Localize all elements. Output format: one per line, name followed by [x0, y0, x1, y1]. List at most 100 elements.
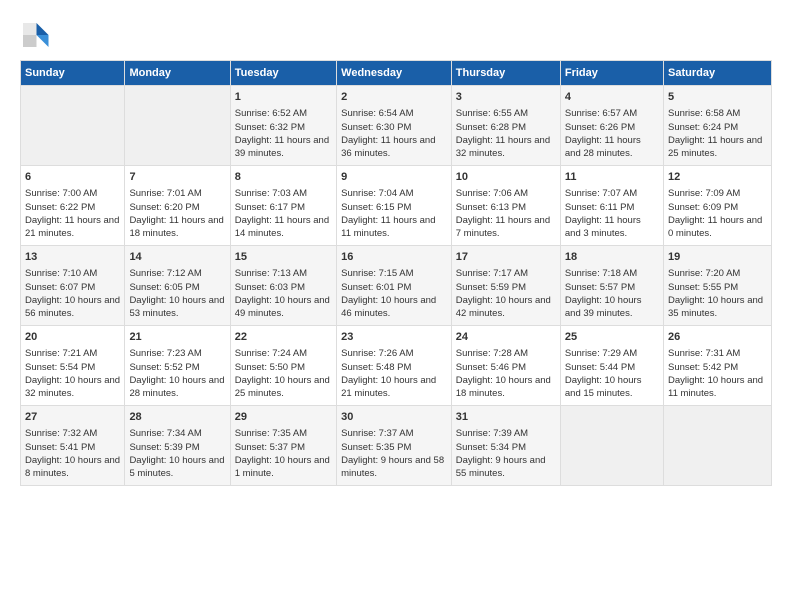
calendar-cell: 25Sunrise: 7:29 AMSunset: 5:44 PMDayligh… [560, 326, 663, 406]
calendar-cell: 20Sunrise: 7:21 AMSunset: 5:54 PMDayligh… [21, 326, 125, 406]
day-info-line: Sunrise: 7:39 AM [456, 427, 556, 440]
day-info-line: Daylight: 11 hours and 21 minutes. [25, 214, 120, 241]
day-info-line: Sunset: 6:01 PM [341, 281, 447, 294]
day-info-line: Daylight: 10 hours and 35 minutes. [668, 294, 767, 321]
weekday-header: Friday [560, 61, 663, 86]
calendar-cell: 27Sunrise: 7:32 AMSunset: 5:41 PMDayligh… [21, 406, 125, 486]
day-info-line: Sunset: 5:52 PM [129, 361, 225, 374]
day-info-line: Sunset: 6:26 PM [565, 121, 659, 134]
day-info-line: Sunrise: 7:35 AM [235, 427, 332, 440]
day-info-line: Daylight: 11 hours and 36 minutes. [341, 134, 447, 161]
calendar-cell: 24Sunrise: 7:28 AMSunset: 5:46 PMDayligh… [451, 326, 560, 406]
calendar-week-row: 27Sunrise: 7:32 AMSunset: 5:41 PMDayligh… [21, 406, 772, 486]
day-info-line: Daylight: 10 hours and 8 minutes. [25, 454, 120, 481]
day-info-line: Sunset: 6:30 PM [341, 121, 447, 134]
day-info-line: Sunset: 6:09 PM [668, 201, 767, 214]
calendar-cell: 2 Sunrise: 6:54 AMSunset: 6:30 PMDaylight… [337, 86, 452, 166]
day-info-line: Sunrise: 7:17 AM [456, 267, 556, 280]
day-info-line: Sunset: 6:22 PM [25, 201, 120, 214]
day-number: 11 [565, 170, 659, 185]
day-info-line: Sunrise: 7:12 AM [129, 267, 225, 280]
day-number: 10 [456, 170, 556, 185]
day-info-line: Daylight: 10 hours and 32 minutes. [25, 374, 120, 401]
day-info-line: Sunrise: 7:10 AM [25, 267, 120, 280]
day-info-line: Sunrise: 7:31 AM [668, 347, 767, 360]
day-info-line: Daylight: 11 hours and 39 minutes. [235, 134, 332, 161]
day-info-line: Sunrise: 6:58 AM [668, 107, 767, 120]
day-info-line: Sunset: 6:11 PM [565, 201, 659, 214]
calendar-cell: 7Sunrise: 7:01 AMSunset: 6:20 PMDaylight… [125, 166, 230, 246]
day-number: 24 [456, 330, 556, 345]
calendar-cell: 23 Sunrise: 7:26 AMSunset: 5:48 PMDayligh… [337, 326, 452, 406]
calendar-cell: 13Sunrise: 7:10 AMSunset: 6:07 PMDayligh… [21, 246, 125, 326]
day-info-line: Sunrise: 7:26 AM [341, 347, 447, 360]
day-number: 16 [341, 250, 447, 265]
day-info-line: Sunrise: 6:54 AM [341, 107, 447, 120]
day-info-line: Sunrise: 7:23 AM [129, 347, 225, 360]
day-number: 7 [129, 170, 225, 185]
day-info-line: Sunrise: 7:15 AM [341, 267, 447, 280]
page-header [20, 20, 772, 50]
calendar-cell: 6Sunrise: 7:00 AMSunset: 6:22 PMDaylight… [21, 166, 125, 246]
day-info-line: Daylight: 11 hours and 14 minutes. [235, 214, 332, 241]
calendar-cell: 11Sunrise: 7:07 AMSunset: 6:11 PMDayligh… [560, 166, 663, 246]
day-info-line: Sunrise: 7:21 AM [25, 347, 120, 360]
day-info-line: Sunset: 6:07 PM [25, 281, 120, 294]
calendar-cell: 9Sunrise: 7:04 AMSunset: 6:15 PMDaylight… [337, 166, 452, 246]
calendar-cell: 10Sunrise: 7:06 AMSunset: 6:13 PMDayligh… [451, 166, 560, 246]
day-info-line: Sunrise: 7:13 AM [235, 267, 332, 280]
day-info-line: Daylight: 10 hours and 15 minutes. [565, 374, 659, 401]
calendar-cell [560, 406, 663, 486]
day-info-line: Sunrise: 7:06 AM [456, 187, 556, 200]
day-info-line: Sunset: 5:46 PM [456, 361, 556, 374]
day-info-line: Sunset: 5:44 PM [565, 361, 659, 374]
calendar-cell: 29 Sunrise: 7:35 AMSunset: 5:37 PMDayligh… [230, 406, 336, 486]
day-number: 3 [456, 90, 556, 105]
weekday-header: Saturday [663, 61, 771, 86]
day-number: 18 [565, 250, 659, 265]
day-info-line: Sunrise: 7:34 AM [129, 427, 225, 440]
calendar-cell: 26Sunrise: 7:31 AMSunset: 5:42 PMDayligh… [663, 326, 771, 406]
day-info-line: Daylight: 10 hours and 25 minutes. [235, 374, 332, 401]
day-info-line: Sunrise: 7:07 AM [565, 187, 659, 200]
day-info-line: Sunset: 6:28 PM [456, 121, 556, 134]
day-number: 15 [235, 250, 332, 265]
calendar-cell: 12Sunrise: 7:09 AMSunset: 6:09 PMDayligh… [663, 166, 771, 246]
day-info-line: Daylight: 9 hours and 58 minutes. [341, 454, 447, 481]
calendar-cell: 4Sunrise: 6:57 AMSunset: 6:26 PMDaylight… [560, 86, 663, 166]
calendar-cell: 22Sunrise: 7:24 AMSunset: 5:50 PMDayligh… [230, 326, 336, 406]
day-number: 2 [341, 90, 447, 105]
weekday-row: SundayMondayTuesdayWednesdayThursdayFrid… [21, 61, 772, 86]
weekday-header: Monday [125, 61, 230, 86]
day-number: 29 [235, 410, 332, 425]
calendar-cell: 19Sunrise: 7:20 AMSunset: 5:55 PMDayligh… [663, 246, 771, 326]
day-number: 6 [25, 170, 120, 185]
calendar-cell: 31Sunrise: 7:39 AMSunset: 5:34 PMDayligh… [451, 406, 560, 486]
calendar-cell: 17Sunrise: 7:17 AMSunset: 5:59 PMDayligh… [451, 246, 560, 326]
day-info-line: Sunset: 6:24 PM [668, 121, 767, 134]
calendar-week-row: 13Sunrise: 7:10 AMSunset: 6:07 PMDayligh… [21, 246, 772, 326]
day-info-line: Sunset: 5:42 PM [668, 361, 767, 374]
day-info-line: Sunset: 6:15 PM [341, 201, 447, 214]
day-info-line: Sunset: 6:20 PM [129, 201, 225, 214]
day-info-line: Sunset: 5:34 PM [456, 441, 556, 454]
day-info-line: Daylight: 10 hours and 11 minutes. [668, 374, 767, 401]
day-number: 5 [668, 90, 767, 105]
day-info-line: Daylight: 11 hours and 28 minutes. [565, 134, 659, 161]
day-info-line: Daylight: 10 hours and 21 minutes. [341, 374, 447, 401]
day-info-line: Sunrise: 7:01 AM [129, 187, 225, 200]
day-info-line: Sunset: 5:48 PM [341, 361, 447, 374]
day-number: 31 [456, 410, 556, 425]
day-info-line: Sunset: 5:57 PM [565, 281, 659, 294]
day-info-line: Sunset: 5:37 PM [235, 441, 332, 454]
calendar-cell: 14Sunrise: 7:12 AMSunset: 6:05 PMDayligh… [125, 246, 230, 326]
day-info-line: Sunset: 6:03 PM [235, 281, 332, 294]
calendar-cell: 8Sunrise: 7:03 AMSunset: 6:17 PMDaylight… [230, 166, 336, 246]
day-info-line: Sunset: 5:41 PM [25, 441, 120, 454]
day-info-line: Daylight: 11 hours and 32 minutes. [456, 134, 556, 161]
day-info-line: Sunrise: 7:32 AM [25, 427, 120, 440]
day-info-line: Daylight: 10 hours and 1 minute. [235, 454, 332, 481]
day-number: 8 [235, 170, 332, 185]
day-number: 23 [341, 330, 447, 345]
calendar-cell [21, 86, 125, 166]
